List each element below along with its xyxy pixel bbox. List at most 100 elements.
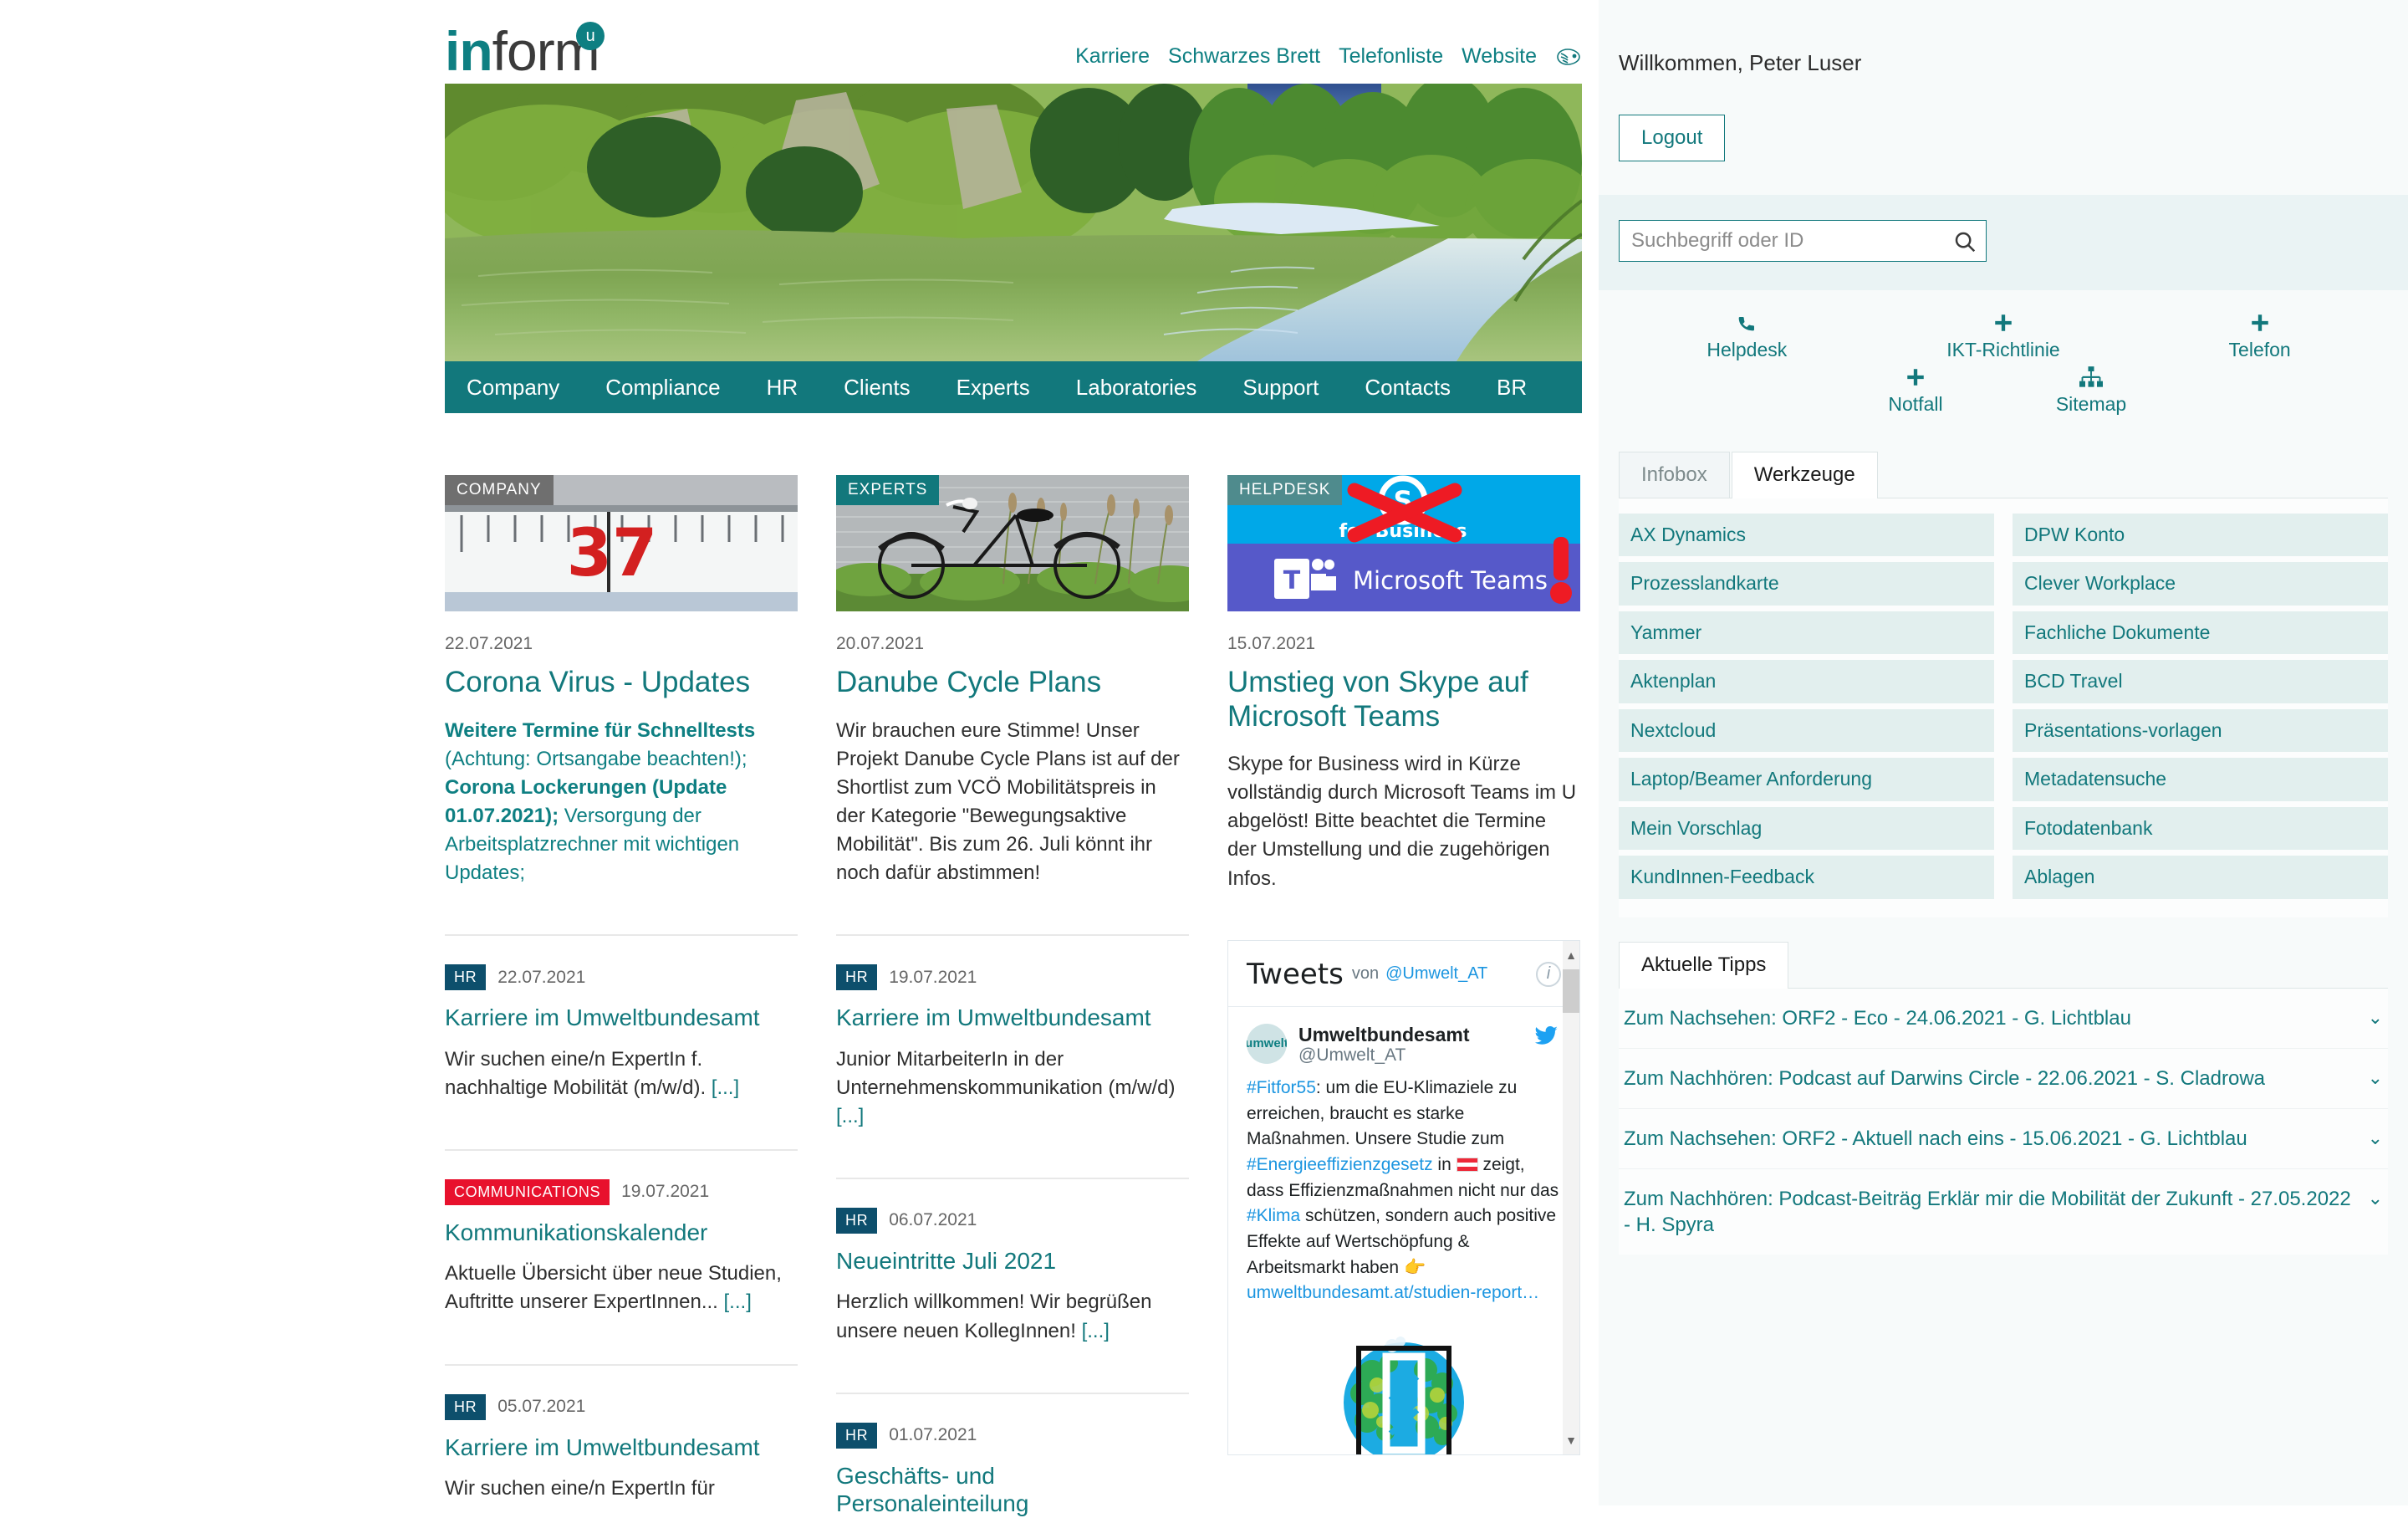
tool-praesentationsvorlagen[interactable]: Präsentations-vorlagen — [2013, 708, 2388, 753]
tool-bcd-travel[interactable]: BCD Travel — [2013, 660, 2388, 703]
list-item-title[interactable]: Karriere im Umweltbundesamt — [836, 1004, 1189, 1032]
quick-link-label: Helpdesk — [1707, 339, 1788, 360]
tool-laptop-beamer-anforderung[interactable]: Laptop/Beamer Anforderung — [1619, 758, 1994, 801]
quick-link-ikt-richtlinie[interactable]: IKT-Richtlinie — [1941, 309, 2066, 361]
tool-fotodatenbank[interactable]: Fotodatenbank — [2013, 806, 2388, 851]
tweet-hashtag-2[interactable]: #Energieeffizienzgesetz — [1247, 1155, 1433, 1174]
tool-kundinnen-feedback[interactable]: KundInnen-Feedback — [1619, 856, 1994, 899]
twitter-bird-icon — [1533, 1024, 1561, 1054]
chevron-down-icon[interactable]: ⌄ — [2368, 1186, 2383, 1209]
quick-link-label: Telefon — [2228, 339, 2291, 360]
quick-link-sitemap[interactable]: Sitemap — [2028, 363, 2154, 416]
tab-aktuelle-tipps[interactable]: Aktuelle Tipps — [1619, 941, 1789, 989]
list-item[interactable]: Zum Nachsehen: ORF2 - Eco - 24.06.2021 -… — [1619, 989, 2388, 1049]
list-item-title[interactable]: Karriere im Umweltbundesamt — [445, 1434, 798, 1462]
tool-ablagen[interactable]: Ablagen — [2013, 856, 2388, 899]
list-item-title[interactable]: Neueintritte Juli 2021 — [836, 1247, 1189, 1275]
info-icon[interactable]: i — [1536, 961, 1561, 987]
nav-item-experts[interactable]: Experts — [934, 361, 1052, 413]
tipp-text: Zum Nachsehen: ORF2 - Aktuell nach eins … — [1624, 1127, 2247, 1150]
search-icon[interactable] — [1952, 229, 1977, 254]
chevron-down-icon[interactable]: ⌄ — [2368, 1066, 2383, 1089]
tweet-hashtag-1[interactable]: #Fitfor55 — [1247, 1078, 1316, 1097]
tool-nextcloud[interactable]: Nextcloud — [1619, 708, 1994, 753]
card-image-skype-teams[interactable]: S for Business T Microsoft Teams HELPDES… — [1227, 475, 1580, 611]
tool-yammer[interactable]: Yammer — [1619, 611, 1994, 655]
tool-aktenplan[interactable]: Aktenplan — [1619, 660, 1994, 703]
nav-item-compliance[interactable]: Compliance — [584, 361, 742, 413]
top-nav-schwarzes-brett[interactable]: Schwarzes Brett — [1168, 44, 1320, 69]
twitter-scrollbar[interactable]: ▲ ▼ — [1563, 940, 1579, 1454]
logout-button[interactable]: Logout — [1619, 115, 1726, 161]
card-excerpt: Weitere Termine für Schnelltests (Achtun… — [445, 717, 798, 887]
tool-prozesslandkarte[interactable]: Prozesslandkarte — [1619, 562, 1994, 606]
plus-icon — [1992, 309, 2014, 337]
list-item-more-link[interactable]: [...] — [724, 1291, 752, 1313]
chevron-down-icon[interactable]: ⌄ — [2368, 1126, 2383, 1149]
card-title[interactable]: Danube Cycle Plans — [836, 666, 1189, 700]
nav-item-laboratories[interactable]: Laboratories — [1054, 361, 1219, 413]
quick-link-helpdesk[interactable]: Helpdesk — [1684, 309, 1809, 361]
twitter-timeline-widget[interactable]: Tweets von @Umwelt_AT i umwelt Umweltbun… — [1227, 939, 1580, 1455]
list-item-date: 06.07.2021 — [889, 1210, 977, 1230]
nav-item-support[interactable]: Support — [1221, 361, 1341, 413]
tool-ax-dynamics[interactable]: AX Dynamics — [1619, 514, 1994, 557]
tab-werkzeuge[interactable]: Werkzeuge — [1731, 452, 1878, 498]
list-item-badge: HR — [836, 964, 878, 991]
nav-item-clients[interactable]: Clients — [822, 361, 932, 413]
tool-mein-vorschlag[interactable]: Mein Vorschlag — [1619, 806, 1994, 851]
nav-item-br[interactable]: BR — [1475, 361, 1549, 413]
list-item-text-body: Junior MitarbeiterIn in der Unternehmens… — [836, 1047, 1176, 1099]
tool-fachliche-dokumente[interactable]: Fachliche Dokumente — [2013, 611, 2388, 655]
scroll-up-arrow[interactable]: ▲ — [1563, 946, 1579, 964]
nav-item-contacts[interactable]: Contacts — [1343, 361, 1473, 413]
twitter-account-link[interactable]: @Umwelt_AT — [1385, 964, 1487, 984]
tools-panel: Infobox Werkzeuge AX Dynamics Prozesslan… — [1619, 451, 2388, 917]
list-item-title[interactable]: Geschäfts- und Personaleinteilung — [836, 1462, 1189, 1518]
tweet-media-sdg-globe[interactable] — [1247, 1323, 1561, 1454]
scrollbar-thumb[interactable] — [1563, 969, 1579, 1013]
twitter-widget-header: Tweets von @Umwelt_AT i — [1228, 941, 1579, 1007]
tool-metadatensuche[interactable]: Metadatensuche — [2013, 758, 2388, 801]
list-item-title[interactable]: Karriere im Umweltbundesamt — [445, 1004, 798, 1032]
list-item[interactable]: Zum Nachhören: Podcast auf Darwins Circl… — [1619, 1049, 2388, 1109]
quick-link-label: Notfall — [1888, 393, 1943, 415]
top-nav-karriere[interactable]: Karriere — [1075, 44, 1150, 69]
tweet-emoji: 👉 — [1403, 1257, 1426, 1277]
site-logo[interactable]: inform u — [445, 22, 605, 79]
list-item-date: 19.07.2021 — [889, 967, 977, 987]
search-field-wrapper[interactable] — [1619, 220, 1987, 262]
tool-clever-workplace[interactable]: Clever Workplace — [2013, 562, 2388, 606]
card-image-thermometer[interactable]: 37 COMPANY — [445, 475, 798, 611]
list-item-more-link[interactable]: [...] — [712, 1076, 739, 1099]
list-item[interactable]: Zum Nachsehen: ORF2 - Aktuell nach eins … — [1619, 1109, 2388, 1170]
nav-item-company[interactable]: Company — [445, 361, 582, 413]
scroll-down-arrow[interactable]: ▼ — [1563, 1431, 1579, 1449]
top-nav-telefonliste[interactable]: Telefonliste — [1339, 44, 1443, 69]
nav-item-hr[interactable]: HR — [744, 361, 820, 413]
tweet-hashtag-3[interactable]: #Klima — [1247, 1206, 1300, 1225]
card-category-badge: EXPERTS — [836, 475, 940, 505]
list-item-title[interactable]: Kommunikationskalender — [445, 1219, 798, 1247]
tab-infobox[interactable]: Infobox — [1619, 452, 1730, 498]
card-category-badge: COMPANY — [445, 475, 554, 505]
card-image-bicycle[interactable]: EXPERTS — [836, 475, 1189, 611]
umweltbundesamt-logo-icon[interactable] — [1555, 46, 1582, 68]
top-navigation: Karriere Schwarzes Brett Telefonliste We… — [1075, 44, 1582, 77]
top-nav-website[interactable]: Website — [1462, 44, 1537, 69]
search-input[interactable] — [1620, 229, 1986, 253]
quick-link-notfall[interactable]: Notfall — [1853, 363, 1978, 416]
tool-dpw-konto[interactable]: DPW Konto — [2013, 514, 2388, 557]
list-item-more-link[interactable]: [...] — [1082, 1320, 1110, 1342]
card-title[interactable]: Corona Virus - Updates — [445, 666, 798, 700]
list-item-meta: HR 05.07.2021 — [445, 1393, 798, 1420]
chevron-down-icon[interactable]: ⌄ — [2368, 1005, 2383, 1029]
quick-link-telefon[interactable]: Telefon — [2197, 309, 2323, 361]
list-item-meta: HR 01.07.2021 — [836, 1422, 1189, 1449]
list-item-text: Junior MitarbeiterIn in der Unternehmens… — [836, 1045, 1189, 1131]
tweet-link[interactable]: umweltbundesamt.at/studien-report… — [1247, 1283, 1539, 1302]
tweet-author-name: Umweltbundesamt — [1298, 1023, 1470, 1045]
card-title[interactable]: Umstieg von Skype auf Microsoft Teams — [1227, 666, 1580, 733]
list-item-more-link[interactable]: [...] — [836, 1105, 864, 1127]
list-item[interactable]: Zum Nachhören: Podcast-Beiträg Erklär mi… — [1619, 1169, 2388, 1255]
